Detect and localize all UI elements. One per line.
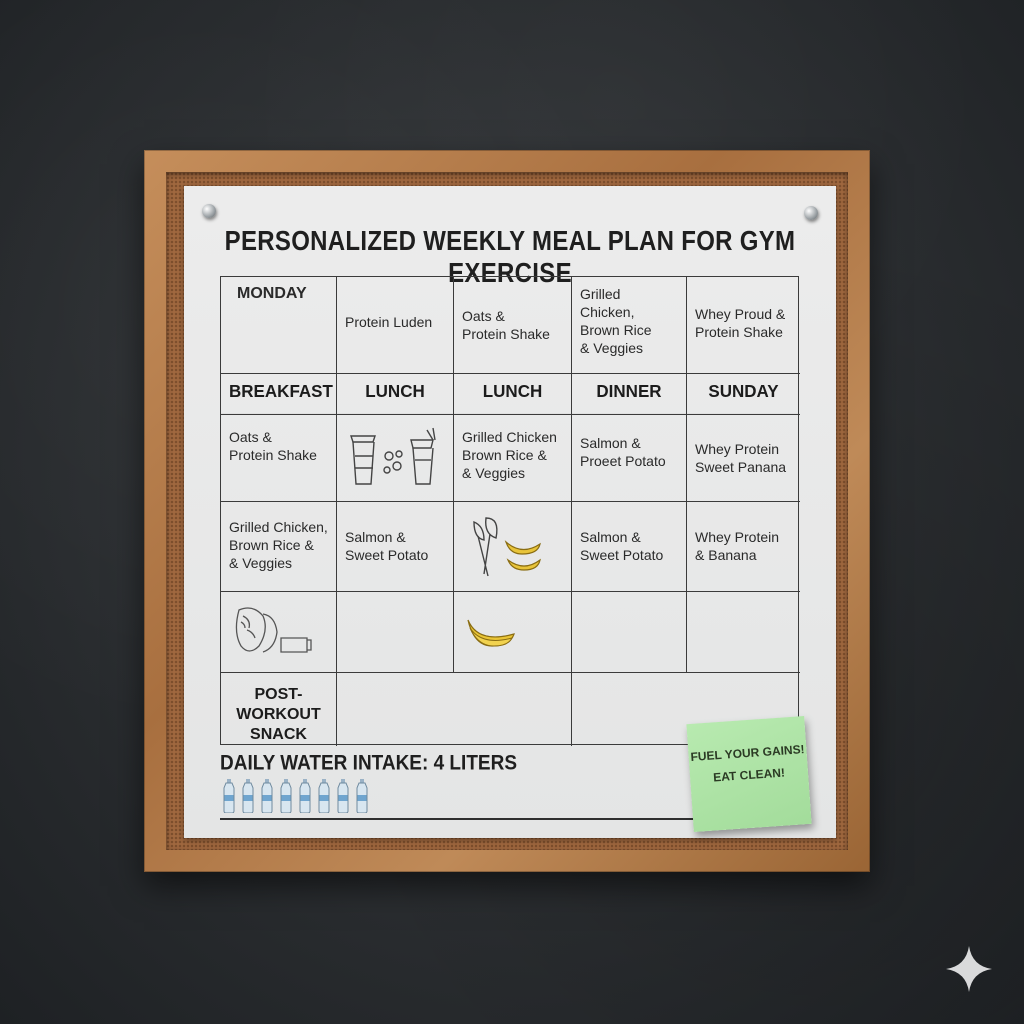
- day-label: MONDAY: [237, 285, 307, 302]
- meal-cell: Oats & Protein Shake: [221, 414, 337, 502]
- meal-text: Grilled Chicken Brown Rice & & Veggies: [462, 429, 557, 481]
- meal-text: Salmon & Proeet Potato: [580, 435, 666, 469]
- empty-cell: [572, 592, 687, 673]
- sparkle-icon: [946, 946, 992, 992]
- empty-cell: [687, 592, 800, 673]
- empty-cell: [337, 592, 454, 673]
- water-bottle-icon: [337, 779, 349, 813]
- meal-cell: [454, 502, 572, 592]
- spinach-leaf-icon: [473, 517, 541, 577]
- water-bottle-icon: [356, 779, 368, 813]
- water-bottles: [222, 779, 369, 813]
- water-bottle-icon: [223, 779, 235, 813]
- banana-icon: [506, 558, 541, 571]
- meal-cell: [454, 592, 572, 673]
- shaker-cups-icon: [350, 427, 436, 485]
- meal-grid: MONDAY Protein Luden Oats & Protein Shak…: [220, 276, 800, 746]
- meal-cell: Grilled Chicken, Brown Rice & & Veggies: [221, 502, 337, 592]
- meal-cell: Protein Luden: [337, 277, 454, 374]
- chicken-wrap-icon: [235, 607, 312, 653]
- meal-cell: Grilled Chicken, Brown Rice & Veggies: [572, 277, 687, 374]
- meal-cell: Salmon & Proeet Potato: [572, 414, 687, 502]
- column-header: BREAKFAST: [221, 373, 337, 415]
- meal-cell: Salmon & Sweet Potato: [337, 502, 454, 592]
- water-bottle-icon: [261, 779, 273, 813]
- column-header: LUNCH: [337, 373, 454, 415]
- meal-text: Whey Protein Sweet Panana: [695, 441, 787, 475]
- meal-cell: Whey Protein & Banana: [687, 502, 800, 592]
- meal-text: Salmon & Sweet Potato: [580, 529, 664, 563]
- meal-text: Grilled Chicken, Brown Rice & Veggies: [580, 286, 652, 356]
- meal-text: Oats & Protein Shake: [229, 429, 317, 463]
- meal-cell: Whey Protein Sweet Panana: [687, 414, 800, 502]
- column-header: SUNDAY: [687, 373, 800, 415]
- meal-cell: Whey Proud & Protein Shake: [687, 277, 800, 374]
- meal-cell: Oats & Protein Shake: [454, 277, 572, 374]
- water-bottle-icon: [242, 779, 254, 813]
- meal-cell: Salmon & Sweet Potato: [572, 502, 687, 592]
- meal-text: Salmon & Sweet Potato: [345, 529, 429, 563]
- meal-cell: [337, 414, 454, 502]
- sticky-note: FUEL YOUR GAINS! EAT CLEAN!: [686, 716, 812, 832]
- meal-text: Grilled Chicken, Brown Rice & & Veggies: [229, 519, 328, 571]
- meal-text: Protein Luden: [345, 314, 433, 330]
- column-header: LUNCH: [454, 373, 572, 415]
- water-bottle-icon: [318, 779, 330, 813]
- water-intake-label: DAILY WATER INTAKE: 4 LITERS: [220, 751, 517, 775]
- meal-text: Whey Protein & Banana: [695, 529, 780, 563]
- meal-cell: [221, 592, 337, 673]
- meal-text: Whey Proud & Protein Shake: [695, 306, 786, 340]
- water-bottle-icon: [299, 779, 311, 813]
- pin-icon: [804, 206, 818, 220]
- water-bottle-icon: [280, 779, 292, 813]
- day-cell-monday: MONDAY: [221, 277, 337, 374]
- meal-cell: Grilled Chicken Brown Rice & & Veggies: [454, 414, 572, 502]
- snack-label: POST-WORKOUT SNACK: [221, 673, 337, 746]
- column-header: DINNER: [572, 373, 687, 415]
- banana-icon: [504, 540, 541, 555]
- banana-icon: [467, 619, 515, 647]
- empty-cell: [337, 673, 572, 746]
- meal-text: Oats & Protein Shake: [462, 308, 550, 342]
- pin-icon: [202, 204, 216, 218]
